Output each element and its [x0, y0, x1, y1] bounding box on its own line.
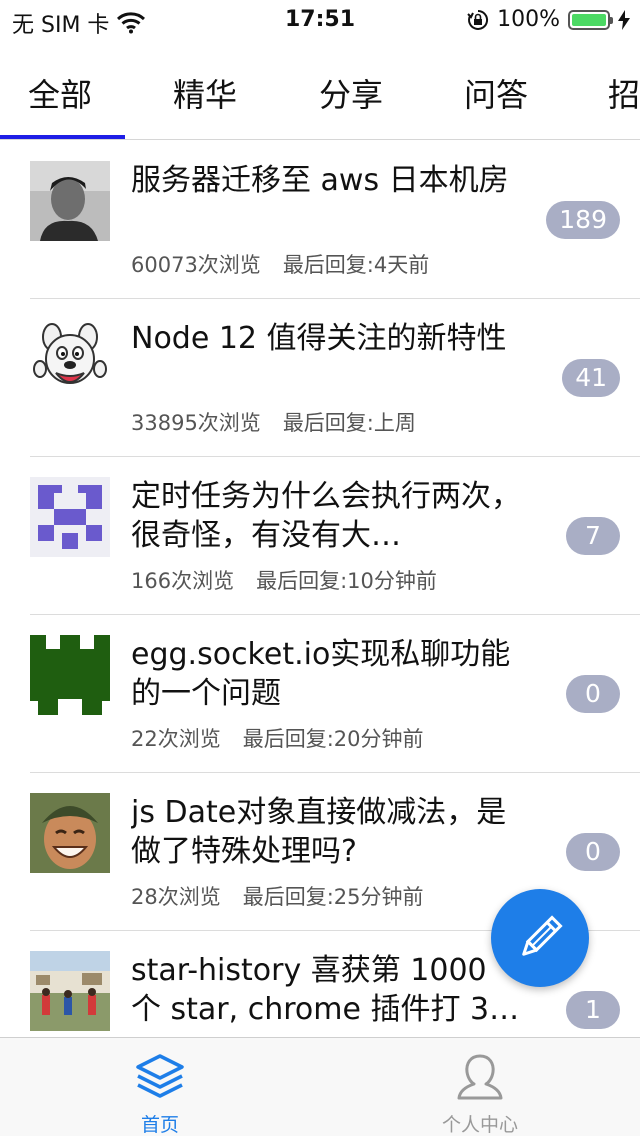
cartoon-dog-avatar[interactable] — [30, 319, 110, 399]
topic-last-reply: 最后回复:25分钟前 — [242, 885, 424, 909]
smiling-kid-avatar[interactable] — [30, 793, 110, 873]
topic-views: 28次浏览 — [131, 885, 221, 909]
topic-meta: 166次浏览 最后回复:10分钟前 — [131, 565, 437, 595]
active-tab-indicator — [0, 135, 125, 139]
basketball-photo-avatar[interactable] — [30, 951, 110, 1031]
green-identicon-avatar[interactable] — [30, 635, 110, 715]
charging-icon — [618, 9, 630, 30]
topic-title[interactable]: 定时任务为什么会执行两次，很奇怪，有没有大… — [131, 477, 521, 555]
purple-identicon-avatar[interactable] — [30, 477, 110, 557]
topic-meta: 33895次浏览 最后回复:上周 — [131, 407, 416, 437]
battery-level-fill — [572, 13, 606, 26]
reply-count-badge: 41 — [562, 359, 620, 397]
bottom-tab-bar: 首页 个人中心 — [0, 1037, 640, 1136]
topic-last-reply: 最后回复:4天前 — [282, 253, 430, 277]
status-bar: 无 SIM 卡 17:51 100% — [0, 0, 640, 40]
status-right: 100% — [467, 7, 630, 32]
topic-title[interactable]: 服务器迁移至 aws 日本机房 — [131, 161, 521, 200]
topic-item[interactable]: Node 12 值得关注的新特性 33895次浏览 最后回复:上周 41 — [0, 299, 640, 457]
pencil-icon — [522, 915, 563, 956]
topic-meta: 60073次浏览 最后回复:4天前 — [131, 249, 429, 279]
battery-icon — [568, 9, 613, 30]
topic-views: 60073次浏览 — [131, 253, 261, 277]
topic-last-reply: 最后回复:20分钟前 — [242, 727, 424, 751]
nav-home[interactable]: 首页 — [0, 1038, 320, 1137]
topic-views: 166次浏览 — [131, 569, 235, 593]
tab-ask[interactable]: 问答 — [464, 70, 528, 116]
tab-share[interactable]: 分享 — [319, 70, 383, 116]
user-icon — [457, 1054, 503, 1100]
topic-title[interactable]: js Date对象直接做减法，是做了特殊处理吗? — [131, 793, 521, 871]
photo-avatar[interactable] — [30, 161, 110, 241]
topic-title[interactable]: star-history 喜获第 1000 个 star, chrome 插件打… — [131, 951, 521, 1029]
nav-home-label: 首页 — [140, 1114, 179, 1136]
tab-good[interactable]: 精华 — [173, 70, 237, 116]
reply-count-badge: 0 — [566, 675, 620, 713]
topic-item[interactable]: egg.socket.io实现私聊功能的一个问题 22次浏览 最后回复:20分钟前… — [0, 615, 640, 773]
topic-views: 22次浏览 — [131, 727, 221, 751]
topic-meta: 22次浏览 最后回复:20分钟前 — [131, 723, 424, 753]
topic-title[interactable]: Node 12 值得关注的新特性 — [131, 319, 521, 358]
topic-meta: 28次浏览 最后回复:25分钟前 — [131, 881, 424, 911]
layers-icon — [136, 1054, 184, 1098]
orientation-lock-icon — [467, 9, 489, 30]
nav-profile[interactable]: 个人中心 — [320, 1038, 640, 1137]
topic-item[interactable]: 定时任务为什么会执行两次，很奇怪，有没有大… 166次浏览 最后回复:10分钟前 … — [0, 457, 640, 615]
tab-all[interactable]: 全部 — [28, 70, 92, 116]
reply-count-badge: 7 — [566, 517, 620, 555]
reply-count-badge: 189 — [546, 201, 620, 239]
topic-item[interactable]: 服务器迁移至 aws 日本机房 60073次浏览 最后回复:4天前 189 — [0, 141, 640, 299]
reply-count-badge: 0 — [566, 833, 620, 871]
tab-job[interactable]: 招 — [608, 70, 640, 116]
battery-percent: 100% — [497, 7, 560, 32]
topic-last-reply: 最后回复:上周 — [282, 411, 416, 435]
topic-last-reply: 最后回复:10分钟前 — [256, 569, 437, 593]
nav-profile-label: 个人中心 — [441, 1114, 518, 1136]
topic-title[interactable]: egg.socket.io实现私聊功能的一个问题 — [131, 635, 521, 713]
topic-views: 33895次浏览 — [131, 411, 261, 435]
reply-count-badge: 1 — [566, 991, 620, 1029]
category-tabs: 全部 精华 分享 问答 招 — [0, 40, 640, 140]
new-topic-button[interactable] — [491, 889, 589, 987]
